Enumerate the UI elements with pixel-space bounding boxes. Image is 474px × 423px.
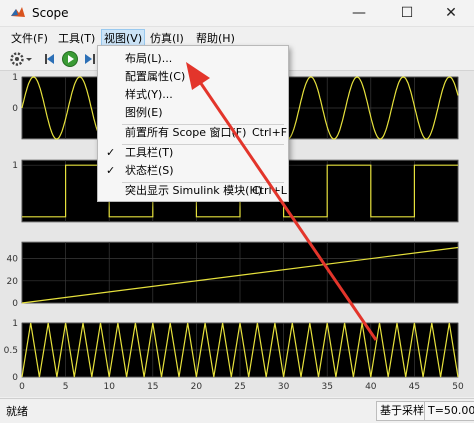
window-title: Scope: [32, 6, 69, 20]
view-menu-dropdown: 布局(L)... 配置属性(C) 样式(Y)... 图例(E) 前置所有 Sco…: [97, 45, 289, 202]
y-tick-label: 20: [7, 277, 19, 287]
maximize-button[interactable]: ☐: [384, 0, 430, 26]
menu-bar: 文件(F) 工具(T) 视图(V) 仿真(I) 帮助(H): [0, 27, 474, 47]
run-icon[interactable]: [61, 50, 79, 68]
check-icon: ✓: [106, 146, 116, 159]
menu-tools[interactable]: 工具(T): [55, 29, 98, 47]
x-tick-label: 15: [147, 382, 158, 392]
y-tick-label: 40: [7, 255, 19, 265]
menu-item-toolbar[interactable]: ✓ 工具栏(T): [98, 144, 288, 162]
menu-item-legend[interactable]: 图例(E): [98, 104, 288, 122]
dropdown-arrow-icon[interactable]: [24, 50, 34, 68]
sim-time: T=50.000: [424, 401, 474, 421]
y-tick-label: 1: [12, 319, 18, 329]
menu-item-statusbar[interactable]: ✓ 状态栏(S): [98, 162, 288, 180]
x-tick-label: 50: [452, 382, 464, 392]
step-back-icon[interactable]: [42, 50, 60, 68]
x-tick-label: 0: [19, 382, 25, 392]
y-tick-label: 0.5: [4, 346, 18, 356]
menu-item-layout[interactable]: 布局(L)...: [98, 50, 288, 68]
menu-file[interactable]: 文件(F): [8, 29, 51, 47]
status-bar: 就绪 基于采样 T=50.000: [0, 398, 474, 423]
menu-item-bring-all-to-front[interactable]: 前置所有 Scope 窗口(F) Ctrl+F: [98, 124, 288, 142]
status-ready: 就绪: [6, 405, 28, 418]
menu-item-style[interactable]: 样式(Y)...: [98, 86, 288, 104]
x-tick-label: 5: [63, 382, 69, 392]
x-tick-label: 10: [103, 382, 115, 392]
y-tick-label: 1: [12, 161, 18, 171]
menu-item-config-properties[interactable]: 配置属性(C): [98, 68, 288, 86]
close-button[interactable]: ✕: [428, 0, 474, 26]
matlab-icon: [11, 7, 25, 17]
title-bar: Scope — ☐ ✕: [0, 0, 474, 27]
x-tick-label: 35: [321, 382, 332, 392]
check-icon: ✓: [106, 164, 116, 177]
y-tick-label: 0: [12, 373, 18, 383]
x-tick-label: 40: [365, 382, 377, 392]
menu-item-highlight-simulink-block[interactable]: 突出显示 Simulink 模块(H) Ctrl+L: [98, 182, 288, 200]
y-tick-label: 0: [12, 104, 18, 114]
y-tick-label: 0: [12, 299, 18, 309]
x-tick-label: 25: [234, 382, 245, 392]
y-tick-label: 1: [12, 73, 18, 83]
sample-mode: 基于采样: [376, 401, 428, 421]
x-tick-label: 20: [191, 382, 203, 392]
minimize-button[interactable]: —: [336, 0, 382, 26]
step-forward-icon[interactable]: [80, 50, 98, 68]
x-tick-label: 30: [278, 382, 290, 392]
x-tick-label: 45: [409, 382, 420, 392]
